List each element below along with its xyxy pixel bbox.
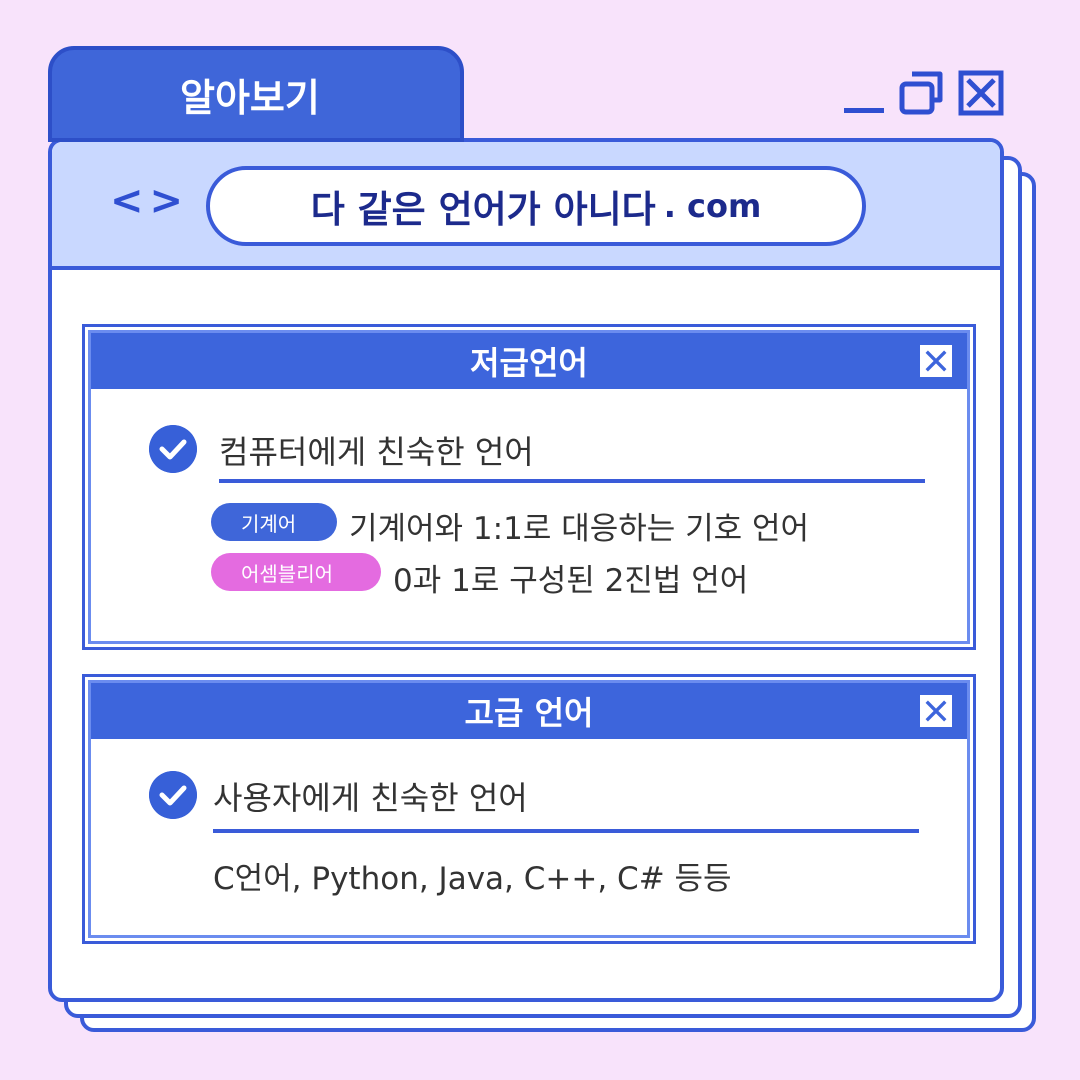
tag-machine-language: 기계어 [211, 503, 337, 541]
panel-close-icon[interactable] [917, 342, 955, 380]
divider [213, 829, 919, 833]
nav-arrows-icon[interactable]: <> [110, 178, 189, 224]
tab-title: 알아보기 [180, 75, 320, 120]
minimize-icon[interactable] [840, 70, 890, 116]
tag-label: 어셈블리어 [241, 561, 333, 586]
panel-high-level-language: 고급 언어 사용자에게 친숙한 언어 C언어, Python, Java, C+… [82, 674, 976, 944]
url-text: 다 같은 언어가 아니다 [310, 188, 656, 231]
row-description: 0과 1로 구성된 2진법 언어 [393, 563, 749, 599]
panel-low-level-language: 저급언어 컴퓨터에게 친숙한 언어 기계어 기계어와 1:1로 대응하는 기호 … [82, 324, 976, 650]
panel-close-icon[interactable] [917, 692, 955, 730]
panel-header: 고급 언어 [91, 683, 967, 739]
url-domain: . com [663, 187, 762, 225]
check-icon [149, 771, 197, 819]
tag-label: 기계어 [241, 511, 297, 536]
row-description: 기계어와 1:1로 대응하는 기호 언어 [349, 511, 810, 547]
panel-title: 고급 언어 [464, 694, 594, 732]
panel-title: 저급언어 [470, 344, 588, 382]
tag-assembly-language: 어셈블리어 [211, 553, 381, 591]
check-icon [149, 425, 197, 473]
close-icon[interactable] [958, 70, 1006, 116]
address-bar: <> 다 같은 언어가 아니다 . com [52, 142, 1000, 270]
item-title: 사용자에게 친숙한 언어 [213, 779, 528, 817]
main-window: <> 다 같은 언어가 아니다 . com 저급언어 컴퓨터에게 친숙한 언어 … [48, 138, 1004, 1002]
window-tab[interactable]: 알아보기 [48, 46, 464, 142]
item-title: 컴퓨터에게 친숙한 언어 [219, 433, 534, 471]
restore-icon[interactable] [898, 70, 946, 116]
divider [219, 479, 925, 483]
language-list: C언어, Python, Java, C++, C# 등등 [213, 861, 732, 897]
panel-header: 저급언어 [91, 333, 967, 389]
url-field[interactable]: 다 같은 언어가 아니다 . com [206, 166, 866, 246]
